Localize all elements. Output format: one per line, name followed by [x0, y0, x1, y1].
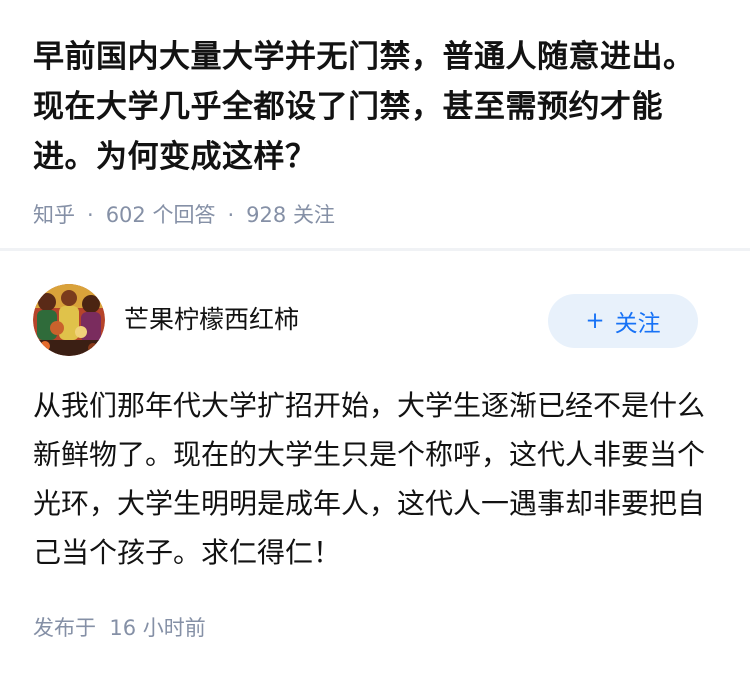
section-divider	[0, 248, 750, 251]
author-name[interactable]: 芒果柠檬西红柿	[124, 300, 299, 336]
zhihu-answer-page: 早前国内大量大学并无门禁，普通人随意进出。现在大学几乎全都设了门禁，甚至需预约才…	[0, 0, 750, 678]
question-meta: 知乎 · 602 个回答 · 928 关注	[33, 199, 335, 229]
plus-icon: +	[585, 308, 605, 334]
followers-label[interactable]: 关注	[293, 203, 335, 227]
author-avatar[interactable]	[33, 284, 105, 356]
question-title[interactable]: 早前国内大量大学并无门禁，普通人随意进出。现在大学几乎全都设了门禁，甚至需预约才…	[33, 32, 723, 182]
meta-separator: ·	[87, 203, 94, 227]
answer-content: 从我们那年代大学扩招开始，大学生逐渐已经不是什么新鲜物了。现在的大学生只是个称呼…	[33, 389, 706, 569]
published-label: 发布于	[33, 616, 96, 640]
answers-label[interactable]: 个回答	[152, 203, 215, 227]
source-label[interactable]: 知乎	[33, 203, 75, 227]
answers-count[interactable]: 602	[106, 203, 146, 227]
colorful-crowd-avatar-icon	[33, 284, 105, 356]
answer-meta: 发布于 16 小时前	[33, 612, 206, 642]
question-header: 早前国内大量大学并无门禁，普通人随意进出。现在大学几乎全都设了门禁，甚至需预约才…	[33, 32, 723, 227]
published-time: 16 小时前	[109, 616, 206, 640]
follow-button[interactable]: + 关注	[548, 294, 698, 348]
meta-separator: ·	[227, 203, 235, 227]
followers-count[interactable]: 928	[246, 203, 286, 227]
follow-button-label: 关注	[614, 311, 661, 337]
